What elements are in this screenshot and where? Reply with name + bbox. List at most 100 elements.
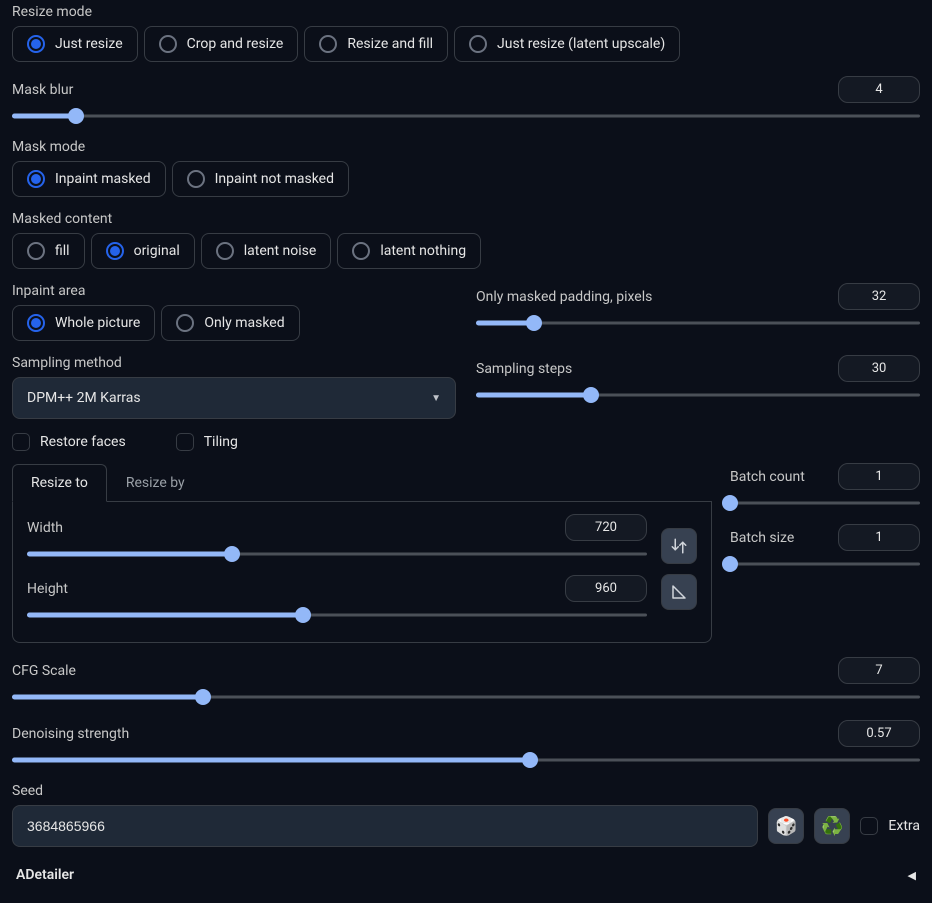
masked-content-option[interactable]: latent nothing [337,233,481,269]
batch-count-label: Batch count [730,469,805,485]
checkbox-box-icon [860,817,878,835]
adetailer-accordion[interactable]: ADetailer ◀ [12,861,920,883]
radio-dot-icon [319,35,337,53]
set-ratio-button[interactable] [661,574,697,610]
resize-tabs: Resize toResize by [12,463,712,502]
width-value[interactable]: 720 [565,514,647,541]
radio-dot-icon [27,242,45,260]
radio-dot-icon [469,35,487,53]
batch-size-label: Batch size [730,530,794,546]
inpaint-area-label: Inpaint area [12,283,456,299]
inpaint-area-option-label: Only masked [204,315,284,331]
mask-blur-label: Mask blur [12,82,73,98]
adetailer-title: ADetailer [16,867,74,883]
triangle-ruler-icon [670,583,688,601]
dice-icon: 🎲 [775,816,797,837]
caret-left-icon: ◀ [908,869,916,882]
tab-resize-to[interactable]: Resize to [12,464,107,502]
seed-extra-checkbox[interactable]: Extra [860,817,920,835]
inpaint-area-option-label: Whole picture [55,315,140,331]
batch-count-value[interactable]: 1 [838,463,920,490]
cfg-scale-label: CFG Scale [12,663,76,679]
swap-dimensions-button[interactable] [661,528,697,564]
radio-dot-icon [106,242,124,260]
mask-mode-option[interactable]: Inpaint not masked [172,161,349,197]
sampling-method-value: DPM++ 2M Karras [27,390,141,406]
sampling-method-select[interactable]: DPM++ 2M Karras ▼ [12,377,456,419]
radio-dot-icon [187,170,205,188]
checkbox-box-icon [12,433,30,451]
inpaint-area-group: Whole picture Only masked [12,305,456,341]
tiling-checkbox[interactable]: Tiling [176,433,238,451]
random-seed-button[interactable]: 🎲 [768,808,804,844]
batch-count-slider[interactable] [730,494,920,512]
tiling-label: Tiling [204,434,238,450]
resize-mode-group: Just resize Crop and resize Resize and fil… [12,26,920,62]
resize-mode-option-label: Resize and fill [347,36,433,52]
restore-faces-checkbox[interactable]: Restore faces [12,433,126,451]
recycle-icon: ♻️ [821,816,843,837]
mask-mode-option-label: Inpaint masked [55,171,151,187]
restore-faces-label: Restore faces [40,434,126,450]
masked-content-option[interactable]: fill [12,233,85,269]
mask-mode-option-label: Inpaint not masked [215,171,334,187]
denoising-slider[interactable] [12,751,920,769]
resize-mode-option-label: Just resize (latent upscale) [497,36,665,52]
mask-mode-label: Mask mode [12,139,920,155]
resize-mode-option[interactable]: Just resize (latent upscale) [454,26,680,62]
batch-size-value[interactable]: 1 [838,524,920,551]
masked-content-option-label: fill [55,243,70,259]
masked-content-option-label: latent noise [244,243,317,259]
denoising-label: Denoising strength [12,726,129,742]
masked-content-option-label: latent nothing [380,243,466,259]
mask-blur-value[interactable]: 4 [838,76,920,103]
width-slider[interactable] [27,545,647,563]
sampling-steps-value[interactable]: 30 [838,355,920,382]
radio-dot-icon [27,314,45,332]
checkbox-box-icon [176,433,194,451]
only-masked-padding-value[interactable]: 32 [838,283,920,310]
mask-mode-group: Inpaint masked Inpaint not masked [12,161,920,197]
radio-dot-icon [216,242,234,260]
masked-content-option[interactable]: latent noise [201,233,332,269]
seed-input[interactable] [12,805,758,847]
sampling-steps-slider[interactable] [476,386,920,404]
masked-content-label: Masked content [12,211,920,227]
mask-blur-slider[interactable] [12,107,920,125]
sampling-method-label: Sampling method [12,355,456,371]
swap-icon [670,537,688,555]
only-masked-padding-label: Only masked padding, pixels [476,289,652,305]
resize-mode-option[interactable]: Crop and resize [144,26,299,62]
radio-dot-icon [352,242,370,260]
sampling-steps-label: Sampling steps [476,361,572,377]
mask-blur-block: Mask blur 4 [12,76,920,125]
radio-dot-icon [27,35,45,53]
radio-dot-icon [27,170,45,188]
height-label: Height [27,581,68,597]
inpaint-area-option[interactable]: Whole picture [12,305,155,341]
width-label: Width [27,520,63,536]
masked-content-option[interactable]: original [91,233,195,269]
denoising-value[interactable]: 0.57 [838,720,920,747]
reuse-seed-button[interactable]: ♻️ [814,808,850,844]
radio-dot-icon [159,35,177,53]
seed-extra-label: Extra [888,818,920,834]
resize-mode-option-label: Crop and resize [187,36,284,52]
radio-dot-icon [176,314,194,332]
resize-mode-option[interactable]: Resize and fill [304,26,448,62]
cfg-scale-value[interactable]: 7 [838,657,920,684]
resize-mode-option-label: Just resize [55,36,123,52]
tab-resize-by[interactable]: Resize by [107,464,204,502]
height-slider[interactable] [27,606,647,624]
cfg-scale-slider[interactable] [12,688,920,706]
height-value[interactable]: 960 [565,575,647,602]
only-masked-padding-slider[interactable] [476,314,920,332]
mask-mode-option[interactable]: Inpaint masked [12,161,166,197]
masked-content-group: fill original latent noise latent nothing [12,233,920,269]
resize-mode-label: Resize mode [12,4,920,20]
chevron-down-icon: ▼ [431,393,441,404]
inpaint-area-option[interactable]: Only masked [161,305,299,341]
resize-mode-option[interactable]: Just resize [12,26,138,62]
seed-label: Seed [12,783,920,799]
batch-size-slider[interactable] [730,555,920,573]
